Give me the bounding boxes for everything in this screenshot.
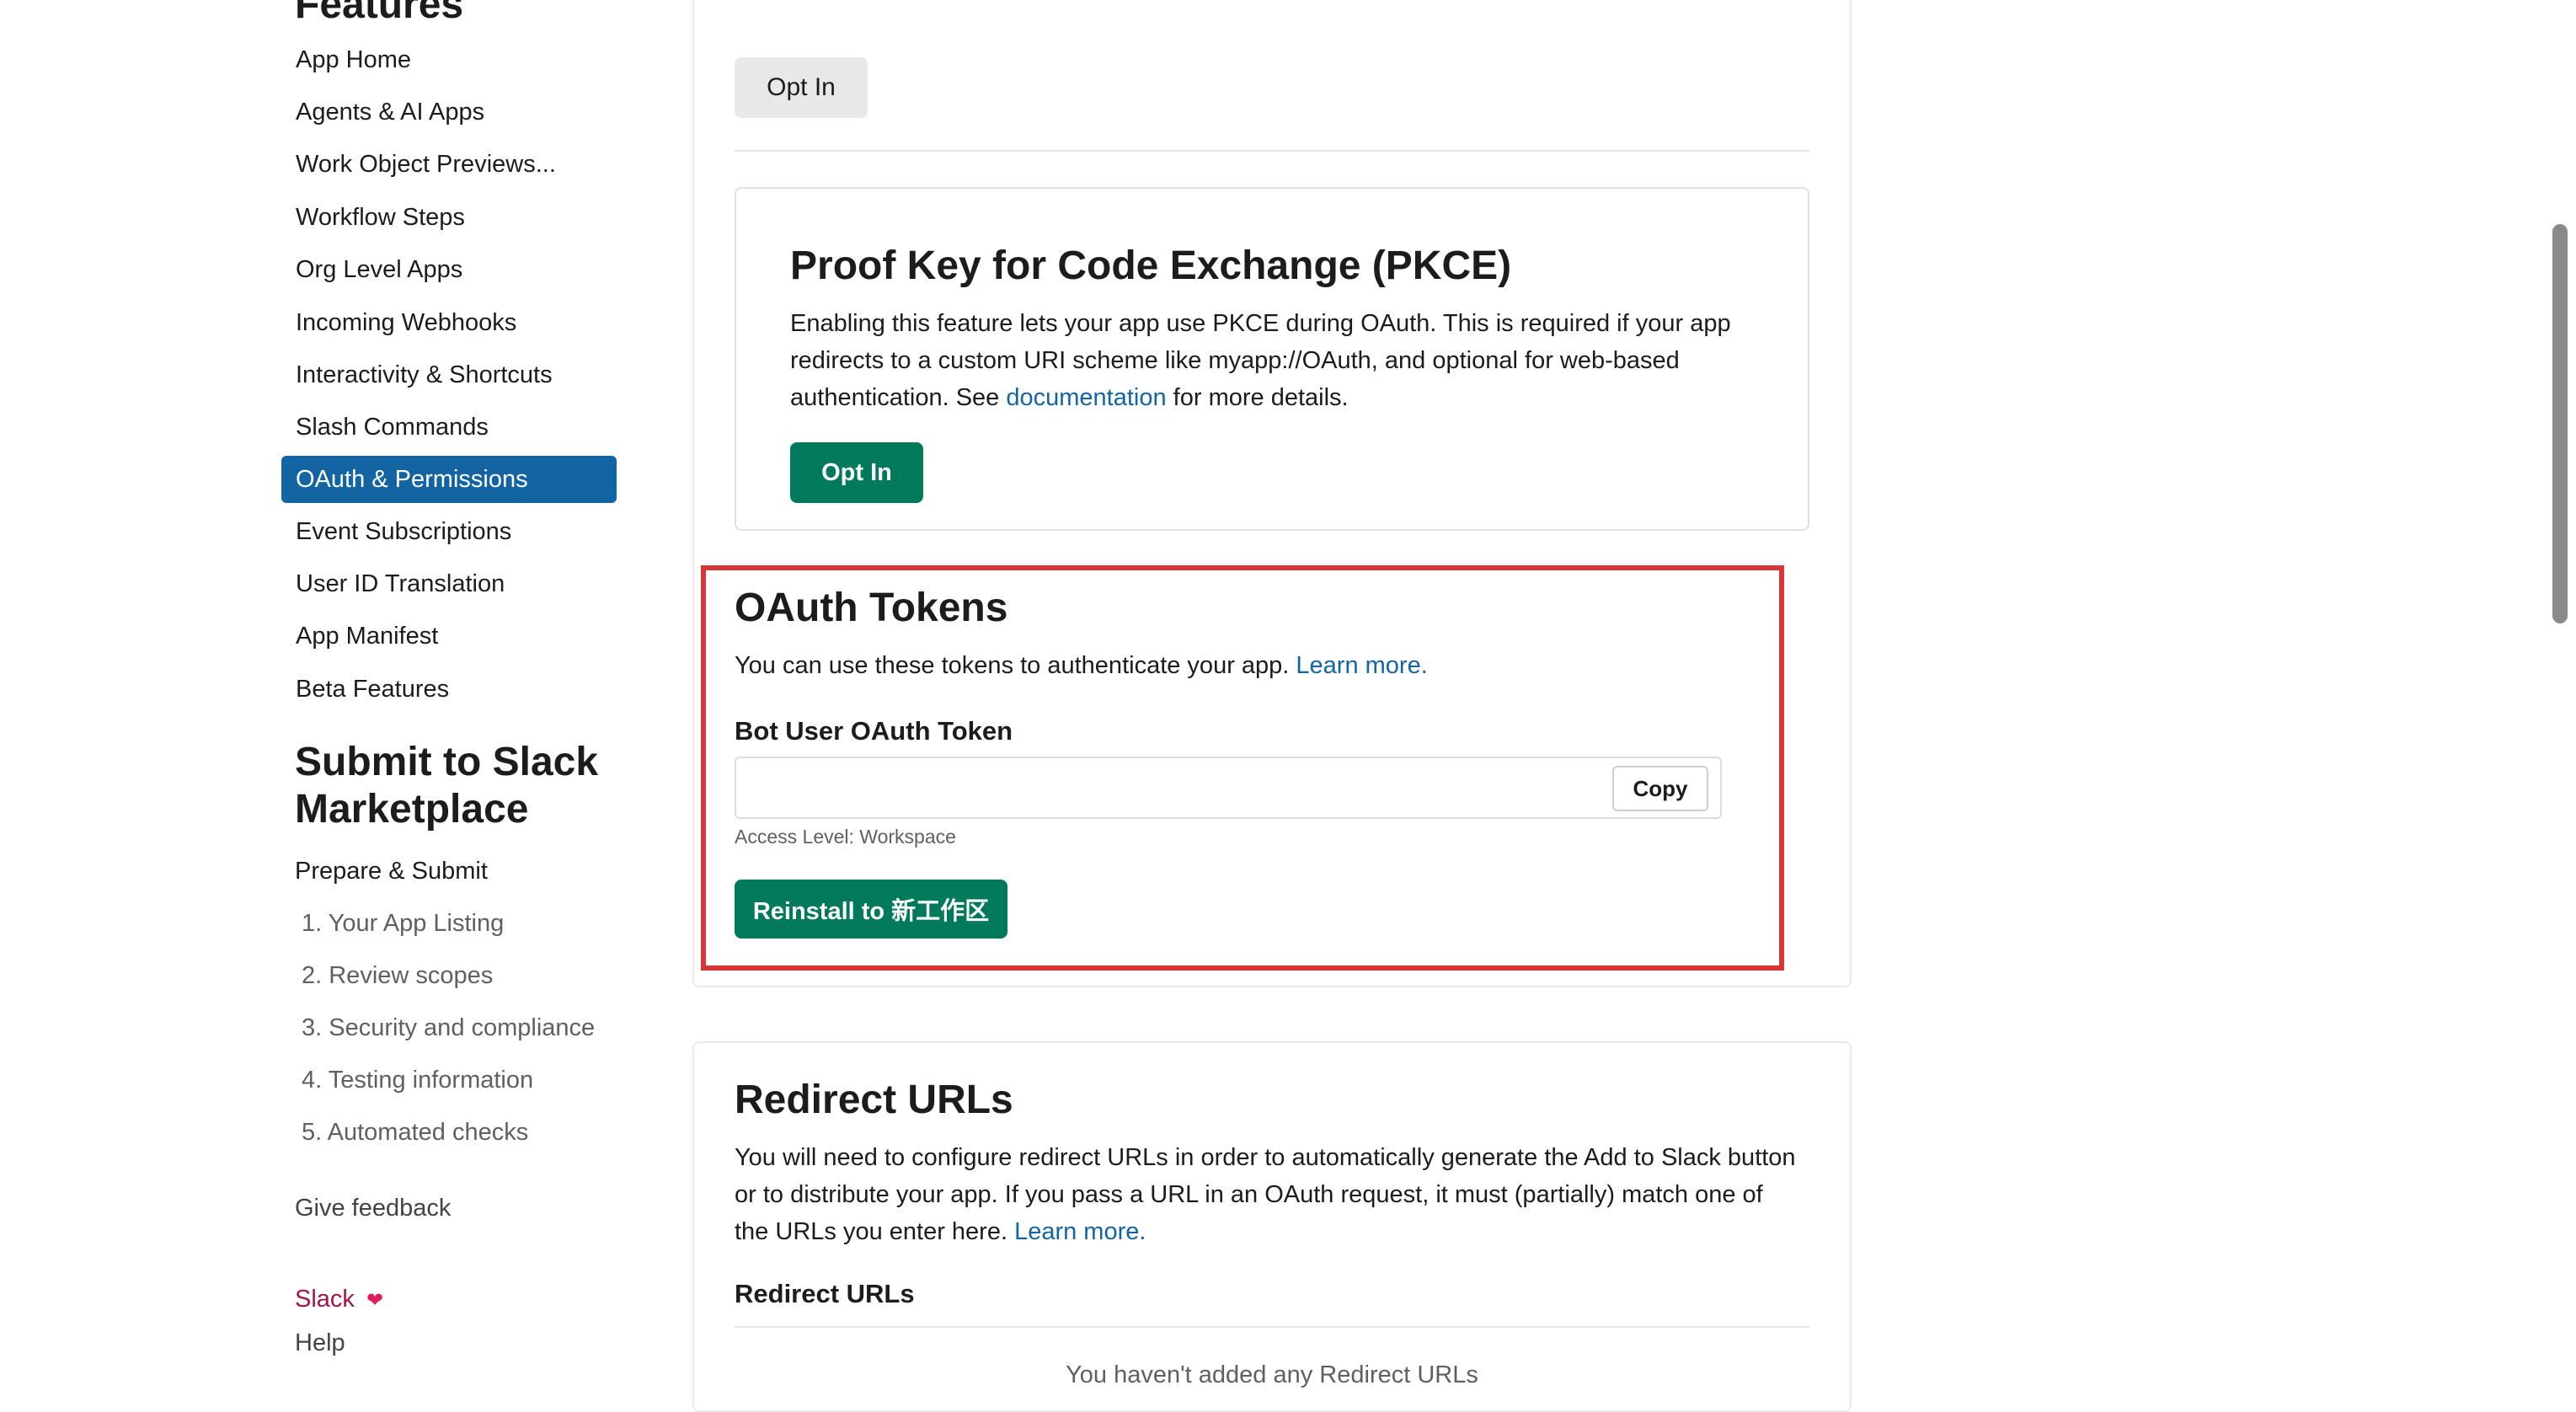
oauth-tokens-learn-more-link[interactable]: Learn more. [1296, 652, 1427, 679]
submit-heading-line1: Submit to Slack [295, 740, 599, 784]
redirect-urls-description: You will need to configure redirect URLs… [735, 1139, 1796, 1250]
divider [735, 1326, 1809, 1328]
pkce-title: Proof Key for Code Exchange (PKCE) [790, 243, 1512, 288]
sidebar: Features App Home Agents & AI Apps Work … [0, 0, 674, 1382]
redirect-urls-learn-more-link[interactable]: Learn more. [1014, 1218, 1146, 1245]
heart-icon: ❤ [366, 1289, 384, 1312]
sidebar-item-incoming-webhooks[interactable]: Incoming Webhooks [281, 299, 617, 346]
sidebar-item-interactivity-shortcuts[interactable]: Interactivity & Shortcuts [281, 351, 617, 398]
redirect-urls-subheading: Redirect URLs [735, 1279, 915, 1308]
sidebar-item-oauth-permissions[interactable]: OAuth & Permissions [281, 456, 617, 503]
sidebar-item-workflow-steps[interactable]: Workflow Steps [281, 194, 617, 241]
bot-token-label: Bot User OAuth Token [735, 716, 1013, 746]
step-app-listing[interactable]: 1. Your App Listing [302, 907, 504, 940]
pkce-documentation-link[interactable]: documentation [1006, 384, 1166, 411]
redirect-urls-title: Redirect URLs [735, 1078, 1013, 1122]
submit-heading-line2: Marketplace [295, 787, 529, 832]
prepare-submit-link[interactable]: Prepare & Submit [295, 854, 488, 888]
help-link[interactable]: Help [295, 1326, 345, 1360]
give-feedback-link[interactable]: Give feedback [295, 1191, 451, 1225]
oauth-tokens-title: OAuth Tokens [735, 586, 1008, 630]
divider [735, 150, 1809, 152]
step-testing-information[interactable]: 4. Testing information [302, 1063, 533, 1097]
scrollbar-thumb[interactable] [2552, 224, 2568, 623]
step-review-scopes[interactable]: 2. Review scopes [302, 959, 493, 992]
pkce-description-tail: for more details. [1166, 384, 1349, 411]
sidebar-item-work-object-previews[interactable]: Work Object Previews... [281, 141, 617, 188]
pkce-opt-in-button[interactable]: Opt In [790, 442, 923, 503]
redirect-urls-description-text: You will need to configure redirect URLs… [735, 1144, 1796, 1245]
slack-link[interactable]: Slack ❤ [295, 1282, 383, 1318]
sidebar-item-beta-features[interactable]: Beta Features [281, 666, 617, 713]
slack-link-label: Slack [295, 1286, 355, 1313]
oauth-tokens-description: You can use these tokens to authenticate… [735, 647, 1745, 684]
bot-token-field[interactable] [735, 757, 1722, 819]
redirect-urls-empty-text: You haven't added any Redirect URLs [1066, 1361, 1478, 1388]
reinstall-button[interactable]: Reinstall to 新工作区 [735, 880, 1007, 939]
sidebar-item-app-manifest[interactable]: App Manifest [281, 612, 617, 660]
access-level-text: Access Level: Workspace [735, 826, 956, 848]
scrollbar-track[interactable] [2547, 0, 2576, 1382]
pkce-description: Enabling this feature lets your app use … [790, 305, 1759, 416]
sidebar-item-slash-commands[interactable]: Slash Commands [281, 404, 617, 451]
copy-token-button[interactable]: Copy [1612, 766, 1708, 811]
step-automated-checks[interactable]: 5. Automated checks [302, 1115, 528, 1149]
features-heading: Features [295, 0, 464, 27]
step-security-compliance[interactable]: 3. Security and compliance [302, 1011, 595, 1045]
top-opt-in-button[interactable]: Opt In [735, 57, 868, 118]
sidebar-item-app-home[interactable]: App Home [281, 36, 617, 83]
sidebar-item-user-id-translation[interactable]: User ID Translation [281, 560, 617, 607]
sidebar-item-agents-ai-apps[interactable]: Agents & AI Apps [281, 88, 617, 136]
sidebar-item-event-subscriptions[interactable]: Event Subscriptions [281, 508, 617, 555]
oauth-tokens-description-text: You can use these tokens to authenticate… [735, 652, 1296, 679]
sidebar-item-org-level-apps[interactable]: Org Level Apps [281, 246, 617, 293]
